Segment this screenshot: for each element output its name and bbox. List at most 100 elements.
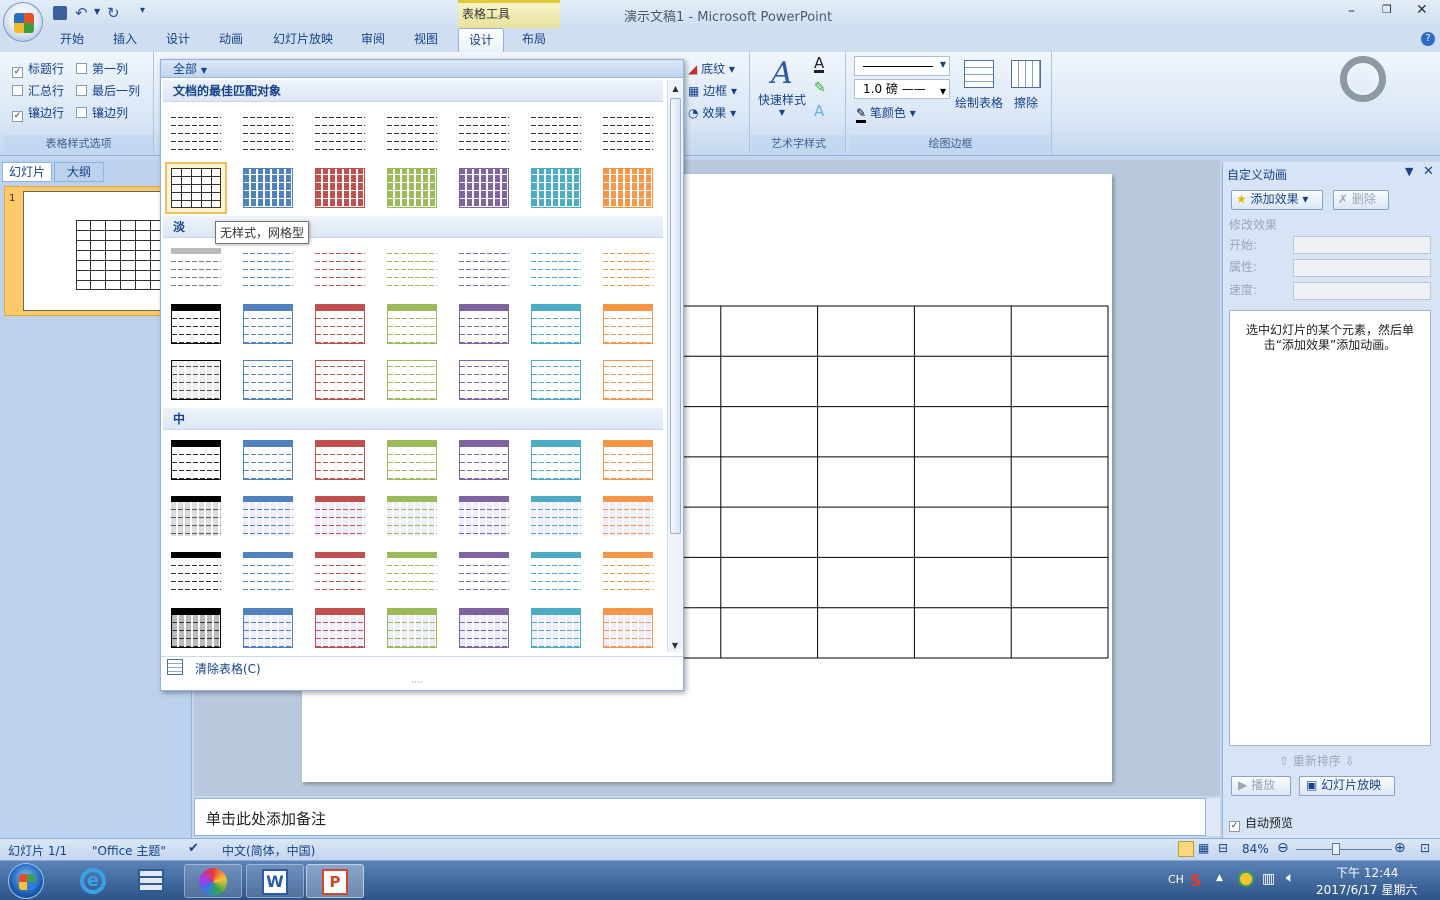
- table-style-thumbnail[interactable]: [239, 436, 297, 484]
- text-fill-icon[interactable]: A: [814, 56, 825, 73]
- resize-grip-icon[interactable]: ····: [411, 678, 422, 688]
- reorder-control[interactable]: ⇧ 重新排序 ⇩: [1279, 752, 1355, 769]
- pen-weight-dropdown[interactable]: 1.0 磅 —— ▼: [854, 79, 950, 99]
- tab-outline[interactable]: 大纲: [54, 162, 104, 182]
- animation-list[interactable]: 选中幻灯片的某个元素，然后单击“添加效果”添加动画。: [1229, 310, 1431, 746]
- table-style-thumbnail[interactable]: [599, 436, 657, 484]
- table-style-thumbnail[interactable]: [311, 548, 369, 596]
- restore-icon[interactable]: ❐: [1382, 3, 1392, 16]
- slideshow-button[interactable]: ▣ 幻灯片放映: [1299, 776, 1395, 796]
- gallery-filter-bar[interactable]: 全部 ▼: [161, 60, 683, 78]
- table-style-thumbnail[interactable]: [455, 548, 513, 596]
- table-style-thumbnail[interactable]: [599, 108, 657, 156]
- sorter-view-icon[interactable]: ▦: [1198, 841, 1209, 855]
- table-style-thumbnail[interactable]: [311, 604, 369, 652]
- clock-date[interactable]: 2017/6/17 星期六: [1316, 881, 1417, 898]
- table-style-thumbnail[interactable]: [167, 436, 225, 484]
- table-style-thumbnail[interactable]: [167, 548, 225, 596]
- table-style-thumbnail[interactable]: [455, 244, 513, 292]
- gallery-scrollbar[interactable]: ▲ ▼: [667, 80, 683, 652]
- first-column-checkbox[interactable]: 第一列: [76, 60, 128, 77]
- taskbar-word[interactable]: W: [246, 864, 304, 898]
- table-style-thumbnail[interactable]: [239, 492, 297, 540]
- tab-home[interactable]: 开始: [50, 28, 94, 52]
- table-style-thumbnail[interactable]: [527, 548, 585, 596]
- table-style-thumbnail[interactable]: [455, 356, 513, 404]
- language[interactable]: 中文(简体，中国): [222, 842, 315, 859]
- fit-to-window-icon[interactable]: ⊡: [1420, 841, 1430, 855]
- zoom-in-icon[interactable]: ⊕: [1394, 840, 1406, 856]
- tab-slides[interactable]: 幻灯片: [2, 162, 52, 182]
- speed-dropdown[interactable]: [1293, 282, 1431, 300]
- table-style-thumbnail[interactable]: [455, 492, 513, 540]
- network-icon[interactable]: ▥: [1262, 871, 1275, 887]
- undo-icon[interactable]: ↶: [75, 4, 88, 22]
- table-style-thumbnail[interactable]: [311, 436, 369, 484]
- table-style-thumbnail[interactable]: [311, 356, 369, 404]
- table-style-thumbnail[interactable]: [383, 356, 441, 404]
- table-style-thumbnail[interactable]: [383, 300, 441, 348]
- play-button[interactable]: ▶ 播放: [1231, 776, 1291, 796]
- banded-rows-checkbox[interactable]: ✓ 镶边行: [12, 104, 64, 122]
- table-style-thumbnail[interactable]: [527, 492, 585, 540]
- table-style-thumbnail[interactable]: [311, 108, 369, 156]
- table-style-thumbnail[interactable]: [311, 244, 369, 292]
- taskbar-app-color[interactable]: [184, 864, 242, 898]
- text-outline-icon[interactable]: ✎: [814, 80, 826, 96]
- table-style-thumbnail[interactable]: [167, 604, 225, 652]
- table-style-thumbnail[interactable]: [239, 164, 297, 212]
- scroll-up-icon[interactable]: ▲: [668, 84, 683, 93]
- table-style-thumbnail[interactable]: [527, 108, 585, 156]
- table-style-thumbnail[interactable]: [239, 356, 297, 404]
- table-style-thumbnail[interactable]: [455, 300, 513, 348]
- zoom-out-icon[interactable]: ⊖: [1277, 840, 1289, 856]
- table-style-thumbnail[interactable]: [167, 356, 225, 404]
- table-style-thumbnail[interactable]: [383, 604, 441, 652]
- volume-icon[interactable]: 🔈︎: [1286, 870, 1294, 886]
- tab-view[interactable]: 视图: [404, 28, 448, 52]
- draw-table-button[interactable]: 绘制表格: [954, 60, 1004, 111]
- table-style-thumbnail[interactable]: [239, 300, 297, 348]
- table-style-thumbnail[interactable]: [455, 108, 513, 156]
- table-style-thumbnail[interactable]: [527, 604, 585, 652]
- table-style-thumbnail[interactable]: [383, 436, 441, 484]
- save-icon[interactable]: [53, 6, 67, 20]
- customize-qat-icon[interactable]: ▾: [140, 5, 145, 16]
- table-style-thumbnail[interactable]: [311, 164, 369, 212]
- table-style-thumbnail[interactable]: [455, 604, 513, 652]
- start-button[interactable]: [8, 863, 44, 899]
- pane-options-icon[interactable]: ▼: [1405, 165, 1413, 178]
- table-style-thumbnail[interactable]: [455, 164, 513, 212]
- table-style-thumbnail[interactable]: [239, 604, 297, 652]
- table-style-thumbnail[interactable]: [455, 436, 513, 484]
- eraser-button[interactable]: 擦除: [1004, 60, 1048, 111]
- table-style-thumbnail[interactable]: [527, 244, 585, 292]
- table-style-thumbnail[interactable]: [165, 162, 227, 214]
- table-style-thumbnail[interactable]: [311, 492, 369, 540]
- shading-button[interactable]: ◢ 底纹 ▾: [688, 60, 735, 77]
- text-effects-icon[interactable]: A: [814, 102, 824, 120]
- table-style-thumbnail[interactable]: [167, 108, 225, 156]
- slideshow-view-icon[interactable]: ⊟: [1218, 841, 1228, 855]
- add-effect-button[interactable]: ★ 添加效果 ▾: [1231, 190, 1323, 210]
- autopreview-checkbox[interactable]: ✓ 自动预览: [1229, 814, 1293, 832]
- sogou-icon[interactable]: S: [1190, 871, 1202, 890]
- tab-review[interactable]: 审阅: [351, 28, 395, 52]
- spellcheck-icon[interactable]: ✔: [188, 841, 199, 856]
- notes-scrollbar[interactable]: [1206, 798, 1220, 836]
- help-icon[interactable]: ?: [1421, 32, 1435, 46]
- table-style-thumbnail[interactable]: [167, 300, 225, 348]
- zoom-level[interactable]: 84%: [1242, 842, 1269, 856]
- banded-columns-checkbox[interactable]: 镶边列: [76, 104, 128, 121]
- table-style-thumbnail[interactable]: [383, 244, 441, 292]
- pen-color-button[interactable]: ✎ 笔颜色 ▾: [856, 104, 916, 123]
- header-row-checkbox[interactable]: ✓ 标题行: [12, 60, 64, 78]
- redo-icon[interactable]: ↻: [107, 4, 120, 22]
- table-style-thumbnail[interactable]: [239, 548, 297, 596]
- tray-app-icon[interactable]: [1238, 871, 1254, 887]
- normal-view-icon[interactable]: [1178, 841, 1194, 857]
- table-style-thumbnail[interactable]: [167, 244, 225, 292]
- close-icon[interactable]: ✕: [1416, 2, 1428, 18]
- pane-close-icon[interactable]: ✕: [1423, 164, 1434, 179]
- table-style-thumbnail[interactable]: [527, 164, 585, 212]
